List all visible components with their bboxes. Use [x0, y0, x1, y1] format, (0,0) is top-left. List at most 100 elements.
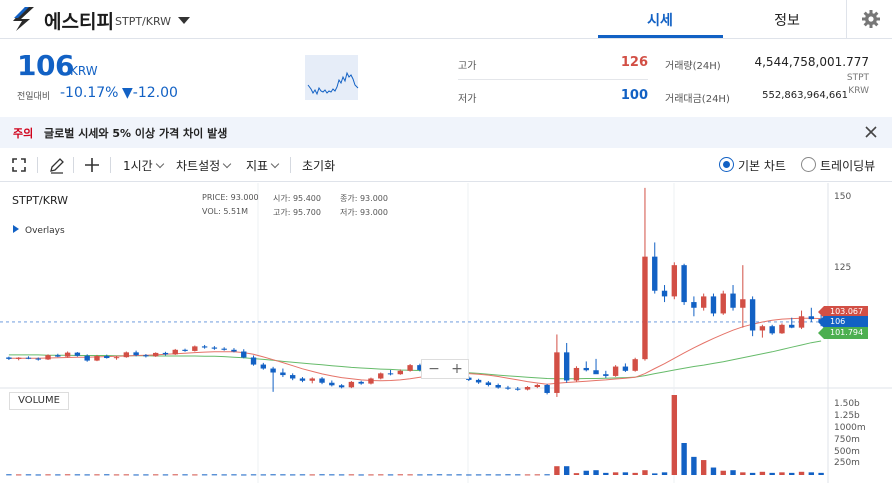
coin-dropdown-chevron-icon[interactable]: [178, 17, 190, 24]
candle-body: [113, 357, 120, 359]
exchange-logo-icon: [13, 7, 34, 31]
volume-bar: [808, 472, 815, 475]
tradingview-label[interactable]: 트레이딩뷰: [820, 157, 875, 174]
candle-body: [612, 366, 619, 376]
volume-bar: [759, 471, 766, 475]
notice-tag: 주의: [13, 127, 34, 140]
volume-bar: [456, 474, 462, 476]
candle-body: [583, 367, 589, 371]
candle-body: [211, 347, 218, 349]
volume-bar: [299, 474, 306, 476]
volume-bar: [45, 474, 51, 476]
zoom-out-button[interactable]: −: [424, 361, 444, 377]
volume-bar: [162, 474, 169, 476]
volume-bar: [603, 472, 609, 475]
candle-body: [289, 375, 296, 379]
change-amount: ▼-12.00: [122, 85, 178, 101]
candle-body: [700, 296, 707, 308]
volume-unit: STPT: [846, 73, 869, 83]
volume-bar: [143, 474, 149, 476]
chevron-down-icon: [222, 159, 232, 169]
volume-bar: [113, 474, 120, 476]
volume-bar: [554, 466, 560, 475]
candle-body: [524, 386, 531, 390]
ohlc-close: 종가: 93.000: [340, 193, 388, 204]
candle-body: [407, 365, 413, 371]
volume-bar: [329, 474, 335, 476]
volume-panel-label: VOLUME: [9, 392, 69, 410]
basic-chart-label[interactable]: 기본 차트: [738, 157, 786, 174]
volume-bar: [25, 474, 32, 476]
low-label: 저가: [458, 94, 477, 105]
tab-info[interactable]: 정보: [727, 10, 847, 30]
gear-icon[interactable]: [861, 9, 881, 29]
ohlc-price-value: 93.000: [230, 193, 259, 202]
candle-body: [84, 355, 90, 361]
ohlc-vol-label: VOL:: [202, 207, 221, 216]
close-icon[interactable]: [864, 125, 878, 139]
volume-bar: [84, 474, 90, 476]
ohlc-open-label: 시가:: [273, 194, 291, 203]
volume-bar: [309, 474, 315, 476]
volume-bar: [534, 474, 541, 476]
ohlc-close-label: 종가:: [340, 194, 358, 203]
notice-banner: 주의 글로벌 시세와 5% 이상 가격 차이 발생: [0, 117, 892, 148]
ma-long-price-tag: 101.794: [818, 327, 868, 339]
volume-bar: [241, 474, 247, 476]
candle-body: [789, 324, 795, 328]
tradingview-radio[interactable]: [801, 157, 816, 172]
zoom-in-button[interactable]: +: [447, 361, 467, 377]
chart-toolbar: 1시간 차트설정 지표 초기화 기본 차트 트레이딩뷰: [0, 148, 892, 182]
volume-bar: [524, 474, 531, 476]
toolbar-divider: [110, 157, 111, 173]
notice-text: 글로벌 시세와 5% 이상 가격 차이 발생: [44, 127, 228, 140]
volume-tick: 1.50b: [834, 399, 860, 409]
volume-bar: [123, 474, 130, 476]
ma-long-line: [8, 340, 822, 380]
volume-bar: [661, 472, 668, 475]
chart-settings-select[interactable]: 차트설정: [176, 157, 232, 174]
volume-bar: [368, 474, 374, 476]
pencil-icon[interactable]: [48, 156, 66, 174]
indicators-select[interactable]: 지표: [246, 157, 280, 174]
fullscreen-icon[interactable]: [10, 156, 28, 174]
candle-body: [652, 256, 658, 291]
candle-body: [505, 387, 511, 389]
volume-bar: [407, 474, 413, 476]
tab-quote[interactable]: 시세: [600, 10, 720, 30]
candle-body: [759, 326, 766, 331]
ohlc-price-label: PRICE:: [202, 193, 229, 202]
price-chart[interactable]: STPT/KRW Overlays PRICE: 93.000 시가: 95.4…: [0, 183, 892, 483]
candle-body: [123, 352, 130, 358]
candle-body: [201, 346, 208, 348]
volume-bar: [211, 474, 218, 476]
candle-body: [642, 256, 648, 360]
volume-bar: [622, 472, 629, 475]
low-value: 100: [620, 88, 648, 103]
chevron-down-icon: [155, 159, 164, 169]
amount-value: 552,863,964,661: [762, 90, 848, 101]
candle-body: [495, 385, 501, 388]
volume-bar: [387, 474, 394, 476]
candle-body: [231, 349, 237, 352]
candle-body: [250, 357, 257, 365]
basic-chart-radio[interactable]: [719, 157, 734, 172]
volume-bar: [201, 474, 208, 476]
coin-name[interactable]: 에스티피: [44, 7, 114, 34]
crosshair-icon[interactable]: [83, 156, 101, 174]
volume-bar: [289, 474, 296, 476]
volume-bar: [94, 474, 100, 476]
candlestick-chart[interactable]: [0, 183, 892, 483]
candle-body: [260, 364, 267, 369]
volume-bar: [612, 472, 619, 475]
candle-body: [338, 385, 345, 388]
candle-body: [15, 357, 22, 359]
reset-button[interactable]: 초기화: [302, 157, 335, 174]
overlays-toggle[interactable]: Overlays: [13, 225, 65, 236]
interval-select[interactable]: 1시간: [123, 157, 164, 174]
coin-pair[interactable]: STPT/KRW: [115, 15, 171, 28]
candle-body: [104, 356, 110, 359]
chevron-down-icon: [270, 159, 280, 169]
chart-symbol: STPT/KRW: [12, 194, 69, 207]
volume-bar: [378, 474, 384, 476]
